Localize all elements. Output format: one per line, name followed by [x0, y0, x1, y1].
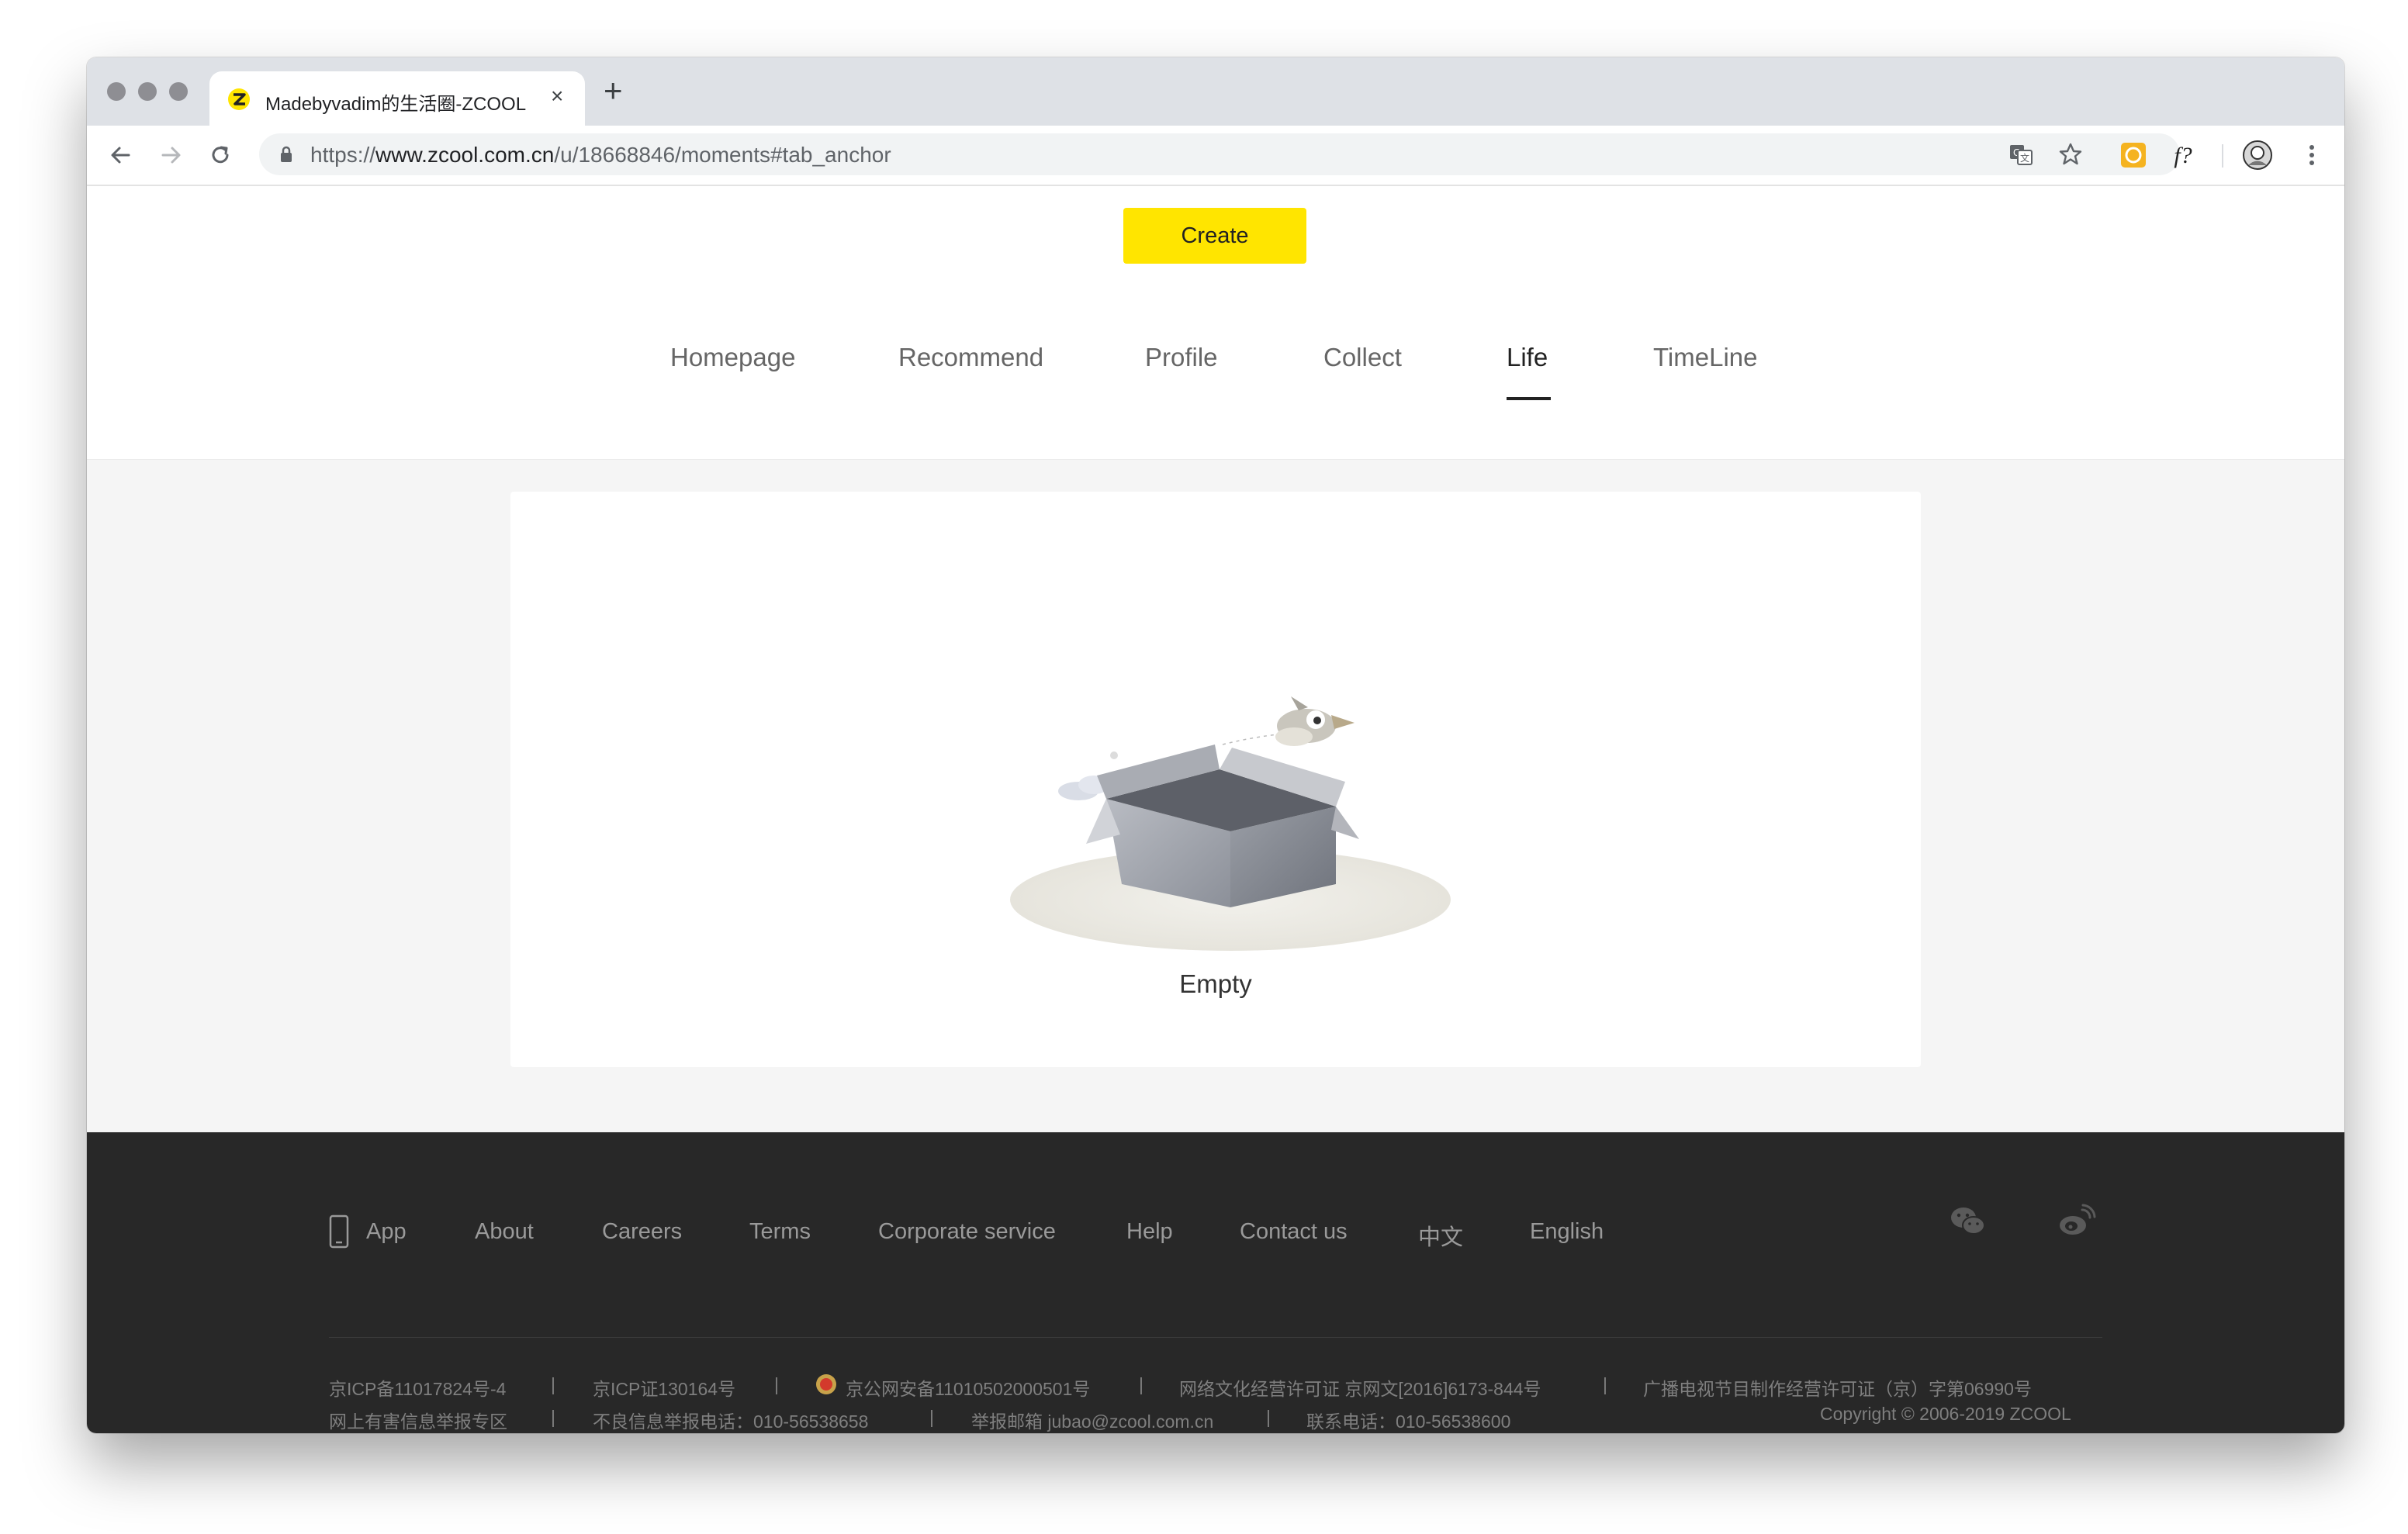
empty-state-card: Empty	[510, 492, 1921, 1067]
profile-tabs: Homepage Recommend Profile Collect Life …	[87, 343, 2344, 459]
close-window-button[interactable]	[107, 82, 126, 101]
legal-separator: |	[1139, 1374, 1143, 1394]
browser-tab[interactable]: Madebyvadim的生活圈-ZCOOL ×	[209, 71, 585, 126]
legal-separator: |	[1266, 1407, 1271, 1427]
url-path: /u/18668846/moments#tab_anchor	[554, 143, 891, 167]
footer-link-corporate-service[interactable]: Corporate service	[878, 1219, 1056, 1245]
new-tab-button[interactable]: +	[604, 74, 623, 107]
url-text: https://www.zcool.com.cn/u/18668846/mome…	[310, 143, 891, 168]
legal-icp-license[interactable]: 京ICP证130164号	[593, 1374, 735, 1401]
extension-whatfont-icon[interactable]: f?	[2168, 140, 2199, 171]
tab-profile[interactable]: Profile	[1145, 343, 1218, 372]
reload-icon[interactable]	[206, 141, 234, 169]
extension-honey-icon[interactable]	[2118, 140, 2149, 171]
tab-title: Madebyvadim的生活圈-ZCOOL	[265, 94, 527, 115]
toolbar-divider	[2222, 144, 2223, 168]
back-arrow-icon[interactable]	[107, 141, 135, 169]
legal-separator: |	[551, 1407, 555, 1427]
browser-toolbar: https://www.zcool.com.cn/u/18668846/mome…	[87, 126, 2344, 186]
minimize-window-button[interactable]	[138, 82, 157, 101]
footer-link-terms[interactable]: Terms	[749, 1219, 811, 1245]
footer-link-chinese[interactable]: 中文	[1418, 1219, 1463, 1252]
url-scheme: https://	[310, 143, 376, 167]
legal-broadcast-license[interactable]: 广播电视节目制作经营许可证（京）字第06990号	[1643, 1374, 2032, 1401]
svg-text:f?: f?	[2174, 143, 2192, 168]
tab-collect[interactable]: Collect	[1323, 343, 1402, 372]
legal-separator: |	[774, 1374, 779, 1394]
forward-arrow-icon[interactable]	[157, 141, 185, 169]
page-content: Create Homepage Recommend Profile Collec…	[87, 186, 2344, 1433]
tab-life[interactable]: Life	[1507, 343, 1548, 372]
legal-harmful-info-report[interactable]: 网上有害信息举报专区	[329, 1407, 507, 1433]
footer-link-app[interactable]: App	[366, 1219, 407, 1245]
weibo-icon[interactable]	[2057, 1204, 2096, 1239]
footer-link-help[interactable]: Help	[1126, 1219, 1173, 1245]
copyright-text: Copyright © 2006-2019 ZCOOL	[1820, 1404, 2071, 1424]
footer-link-careers[interactable]: Careers	[602, 1219, 682, 1245]
empty-box-illustration	[1010, 696, 1451, 951]
police-badge-icon	[816, 1374, 836, 1394]
tab-timeline[interactable]: TimeLine	[1653, 343, 1758, 372]
close-tab-icon[interactable]: ×	[551, 85, 563, 107]
mobile-phone-icon	[329, 1214, 349, 1249]
tab-strip: Madebyvadim的生活圈-ZCOOL × +	[87, 57, 2344, 126]
footer-link-contact-us[interactable]: Contact us	[1240, 1219, 1348, 1245]
tab-homepage[interactable]: Homepage	[670, 343, 795, 372]
profile-header: Create Homepage Recommend Profile Collec…	[87, 186, 2344, 460]
legal-contact-phone: 联系电话：010-56538600	[1306, 1411, 1511, 1432]
footer-link-english[interactable]: English	[1530, 1219, 1604, 1245]
site-footer: App About Careers Terms Corporate servic…	[87, 1132, 2344, 1433]
legal-separator: |	[1603, 1374, 1607, 1394]
legal-report-phone: 不良信息举报电话：010-56538658	[593, 1411, 869, 1432]
empty-state-label: Empty	[1179, 969, 1252, 998]
lock-icon	[281, 146, 292, 162]
svg-text:文: 文	[2020, 152, 2029, 164]
profile-avatar-icon[interactable]	[2242, 140, 2273, 171]
legal-culture-license[interactable]: 网络文化经营许可证 京网文[2016]6173-844号	[1179, 1374, 1541, 1401]
zcool-favicon-icon	[228, 88, 250, 110]
legal-separator: |	[929, 1407, 934, 1427]
browser-menu-icon[interactable]	[2296, 140, 2327, 171]
translate-icon[interactable]: G 文	[2008, 141, 2034, 168]
bookmark-star-icon[interactable]	[2057, 141, 2084, 168]
zoom-window-button[interactable]	[169, 82, 188, 101]
footer-divider	[329, 1337, 2102, 1338]
legal-report-email[interactable]: 举报邮箱 jubao@zcool.com.cn	[971, 1407, 1213, 1433]
legal-public-security[interactable]: 京公网安备11010502000501号	[846, 1374, 1090, 1401]
url-host: www.zcool.com.cn	[375, 143, 555, 167]
active-tab-indicator	[1507, 397, 1551, 400]
wechat-icon[interactable]	[1949, 1204, 1988, 1239]
create-button[interactable]: Create	[1123, 208, 1306, 264]
address-bar[interactable]: https://www.zcool.com.cn/u/18668846/mome…	[259, 133, 2180, 175]
footer-link-about[interactable]: About	[475, 1219, 534, 1245]
browser-window: Madebyvadim的生活圈-ZCOOL × + https://www.zc…	[87, 57, 2344, 1433]
tab-recommend[interactable]: Recommend	[898, 343, 1043, 372]
legal-separator: |	[551, 1374, 555, 1394]
legal-icp-record[interactable]: 京ICP备11017824号-4	[329, 1374, 506, 1401]
